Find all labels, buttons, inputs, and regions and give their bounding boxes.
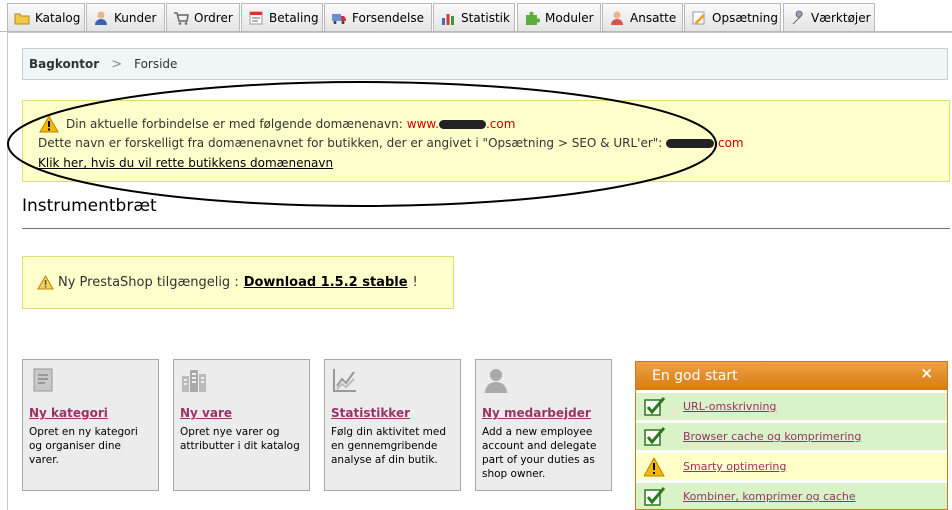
tab-ansatte[interactable]: Ansatte — [602, 3, 683, 31]
good-start-header: En god start × — [636, 362, 947, 390]
puzzle-icon — [526, 11, 540, 25]
breadcrumb: Bagkontor > Forside — [22, 48, 948, 80]
bar-chart-icon — [442, 13, 454, 25]
warning-icon — [644, 456, 665, 476]
warning-icon — [39, 115, 59, 133]
tab-moduler[interactable]: Moduler — [517, 3, 601, 31]
card-title[interactable]: Statistikker — [331, 406, 454, 420]
top-navigation: Katalog Kunder Ordrer Betaling Forsendel… — [0, 0, 952, 34]
tab-ordrer[interactable]: Ordrer — [166, 3, 240, 31]
shop-domain-text: Dette navn er forskelligt fra domænenavn… — [38, 136, 663, 150]
checkmark-icon — [644, 396, 666, 416]
employee-icon — [485, 369, 507, 393]
category-icon — [33, 368, 53, 392]
current-domain-text: Din aktuelle forbindelse er med følgende… — [66, 117, 403, 131]
domain-warning-box: Din aktuelle forbindelse er med følgende… — [22, 100, 950, 182]
checklist-item-label[interactable]: URL-omskrivning — [683, 400, 776, 413]
checklist-item[interactable]: Browser cache og komprimering — [636, 423, 947, 450]
warning-icon — [37, 275, 54, 290]
card-title[interactable]: Ny kategori — [29, 406, 152, 420]
update-notice-suffix: ! — [412, 275, 418, 290]
card-description: Add a new employee account and delegate … — [482, 426, 597, 480]
breadcrumb-home[interactable]: Bagkontor — [29, 57, 99, 71]
redacted-domain — [438, 119, 486, 129]
tab-label: Kunder — [114, 10, 157, 25]
tab-statistik[interactable]: Statistik — [433, 3, 515, 31]
tab-label: Værktøjer — [811, 10, 871, 25]
quick-card-new-employee[interactable]: Ny medarbejder Add a new employee accoun… — [475, 359, 612, 491]
folder-icon — [14, 13, 30, 24]
checkmark-icon — [644, 426, 666, 446]
domain-warning-line-2: Dette navn er forskelligt fra domænenavn… — [38, 136, 744, 150]
quick-card-statistics[interactable]: Statistikker Følg din aktivitet med en g… — [324, 359, 461, 491]
update-notice-text: Ny PrestaShop tilgængelig : — [58, 275, 239, 290]
wrench-icon — [792, 10, 803, 24]
stats-icon — [333, 369, 356, 392]
employee-icon — [611, 11, 623, 25]
quick-card-new-product[interactable]: Ny vare Opret nye varer og attributter i… — [173, 359, 310, 491]
card-description: Opret nye varer og attributter i dit kat… — [180, 426, 300, 452]
checklist-item[interactable]: URL-omskrivning — [636, 393, 947, 420]
title-divider — [22, 228, 950, 229]
tab-label: Opsætning — [712, 10, 778, 25]
card-title[interactable]: Ny medarbejder — [482, 406, 605, 420]
tab-label: Ordrer — [194, 10, 233, 25]
tab-label: Moduler — [545, 10, 594, 25]
tab-label: Betaling — [269, 10, 319, 25]
download-update-link[interactable]: Download 1.5.2 stable — [244, 275, 408, 290]
settings-icon — [692, 11, 705, 24]
domain-warning-line-1: Din aktuelle forbindelse er med følgende… — [39, 115, 515, 133]
tab-label: Statistik — [461, 10, 510, 25]
tab-vaerktoejer[interactable]: Værktøjer — [783, 3, 875, 31]
current-domain-end: .com — [485, 117, 516, 131]
fix-domain-link[interactable]: Klik her, hvis du vil rette butikkens do… — [38, 156, 333, 170]
update-notice: Ny PrestaShop tilgængelig : Download 1.5… — [22, 256, 454, 309]
close-icon[interactable]: × — [920, 364, 933, 382]
card-title[interactable]: Ny vare — [180, 406, 303, 420]
breadcrumb-separator-icon: > — [111, 56, 123, 72]
cart-icon — [174, 11, 189, 25]
checklist-item[interactable]: Smarty optimering — [636, 453, 947, 480]
current-domain-start: www. — [406, 117, 439, 131]
checklist-item-label[interactable]: Smarty optimering — [683, 460, 786, 473]
good-start-panel: En god start × URL-omskrivning Browser c… — [635, 361, 948, 510]
payment-icon — [249, 11, 263, 24]
checkmark-icon — [644, 486, 666, 506]
tab-label: Ansatte — [630, 10, 677, 25]
redacted-domain — [666, 139, 715, 148]
quick-card-new-category[interactable]: Ny kategori Opret en ny kategori og orga… — [22, 359, 159, 491]
customer-icon — [95, 11, 107, 25]
tab-forsendelse[interactable]: Forsendelse — [324, 3, 432, 31]
truck-icon — [332, 13, 346, 24]
card-description: Følg din aktivitet med en gennemgribende… — [331, 426, 447, 466]
checklist-item-label[interactable]: Browser cache og komprimering — [683, 430, 861, 443]
tab-kunder[interactable]: Kunder — [86, 3, 165, 31]
good-start-title: En god start — [652, 368, 738, 384]
tab-betaling[interactable]: Betaling — [241, 3, 323, 31]
page-title: Instrumentbræt — [22, 196, 157, 216]
tab-opsaetning[interactable]: Opsætning — [684, 3, 781, 31]
tab-label: Katalog — [35, 10, 81, 25]
tab-label: Forsendelse — [352, 10, 424, 25]
card-description: Opret en ny kategori og organiser dine v… — [29, 426, 138, 466]
checklist-item[interactable]: Kombiner, komprimer og cache — [636, 483, 947, 509]
product-icon — [182, 370, 206, 392]
breadcrumb-current: Forside — [134, 57, 178, 71]
shop-domain-end: .com — [714, 136, 744, 150]
tab-katalog[interactable]: Katalog — [7, 3, 85, 31]
checklist-item-label[interactable]: Kombiner, komprimer og cache — [683, 490, 856, 503]
